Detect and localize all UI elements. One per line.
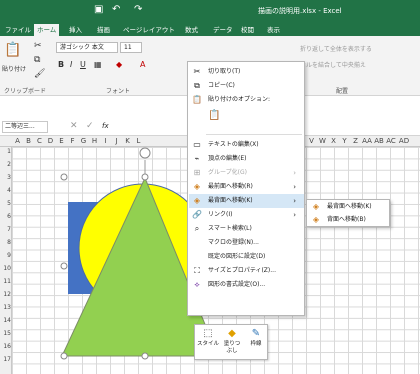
outline-label: 枠線	[250, 341, 262, 347]
chevron-right-icon: ›	[293, 169, 296, 177]
menu-item-edit-points[interactable]: ⌁ 頂点の編集(E)	[189, 152, 304, 166]
mini-toolbar: ⬚ スタイル ◆ 塗りつぶし ✎ 枠線	[194, 324, 268, 360]
resize-handle[interactable]	[141, 352, 149, 360]
menu-item-label: グループ化(G)	[208, 169, 247, 176]
edit-text-icon: ▭	[193, 140, 201, 149]
menu-item-label: 頂点の編集(E)	[208, 155, 247, 162]
group-icon: ⊞	[193, 168, 201, 177]
chevron-right-icon: ›	[293, 211, 296, 219]
outline-pen-icon: ✎	[251, 328, 261, 339]
menu-item-label: コピー(C)	[208, 82, 235, 89]
shape-style-icon: ⬚	[203, 328, 213, 339]
menu-item-label: 背面へ移動(B)	[327, 216, 366, 223]
chevron-right-icon: ›	[293, 183, 296, 191]
menu-item-set-default-shape[interactable]: 既定の図形に設定(D)	[189, 250, 304, 264]
menu-item-assign-macro[interactable]: マクロの登録(N)...	[189, 236, 304, 250]
menu-item-label: 既定の図形に設定(D)	[208, 253, 266, 260]
resize-handle[interactable]	[60, 173, 68, 181]
menu-item-label: テキストの編集(X)	[208, 141, 259, 148]
format-shape-icon: ⟡	[194, 280, 200, 289]
menu-item-edit-text[interactable]: ▭ テキストの編集(X)	[189, 138, 304, 152]
resize-handle[interactable]	[60, 352, 68, 360]
menu-item-label: 最背面へ移動(K)	[208, 197, 253, 204]
menu-item-group[interactable]: ⊞ グループ化(G) ›	[189, 166, 304, 180]
copy-icon: ⧉	[194, 81, 200, 90]
menu-item-label: 最背面へ移動(K)	[327, 203, 372, 210]
paste-icon: 📋	[192, 95, 202, 104]
fill-label: 塗りつぶし	[223, 341, 241, 354]
menu-item-copy[interactable]: ⧉ コピー(C)	[189, 79, 304, 93]
submenu-item-send-backward[interactable]: ◈ 背面へ移動(B)	[308, 213, 390, 227]
style-button[interactable]: ⬚ スタイル	[197, 327, 219, 359]
resize-handle[interactable]	[60, 262, 68, 270]
menu-item-send-to-back[interactable]: ◈ 最背面へ移動(K) ›	[189, 194, 304, 208]
chevron-right-icon: ›	[293, 197, 296, 205]
menu-item-smart-lookup[interactable]: ⌕ スマート検索(L)	[189, 222, 304, 236]
smart-lookup-icon: ⌕	[194, 224, 200, 233]
resize-handle[interactable]	[141, 173, 149, 181]
menu-item-label: 最前面へ移動(R)	[208, 183, 253, 190]
menu-item-size-properties[interactable]: ⛶ サイズとプロパティ(Z)...	[189, 264, 304, 278]
cut-icon: ✂	[193, 67, 201, 76]
menu-item-cut[interactable]: ✂ 切り取り(T)	[189, 65, 304, 79]
menu-item-label: 切り取り(T)	[208, 68, 241, 75]
fill-bucket-icon: ◆	[228, 328, 236, 339]
style-label: スタイル	[197, 341, 220, 347]
bring-to-front-icon: ◈	[193, 182, 201, 191]
menu-item-label: スマート検索(L)	[208, 225, 252, 232]
link-icon: 🔗	[192, 210, 202, 219]
send-to-back-icon: ◈	[193, 196, 201, 205]
fill-button[interactable]: ◆ 塗りつぶし	[221, 327, 243, 359]
size-properties-icon: ⛶	[194, 266, 200, 275]
menu-item-format-shape[interactable]: ⟡ 図形の書式設定(O)...	[189, 278, 304, 292]
send-backward-icon: ◈	[312, 215, 320, 224]
paste-option-icon: 📋	[208, 110, 221, 121]
submenu-item-send-to-back[interactable]: ◈ 最背面へ移動(K)	[308, 200, 390, 214]
menu-item-paste-default[interactable]: 📋	[189, 109, 304, 123]
menu-item-label: サイズとプロパティ(Z)...	[208, 267, 276, 274]
outline-button[interactable]: ✎ 枠線	[245, 327, 267, 359]
menu-item-label: マクロの登録(N)...	[208, 239, 259, 246]
menu-item-label: 貼り付けのオプション:	[208, 96, 271, 103]
menu-item-bring-to-front[interactable]: ◈ 最前面へ移動(R) ›	[189, 180, 304, 194]
send-to-back-icon: ◈	[312, 202, 320, 211]
menu-item-paste-options: 📋 貼り付けのオプション:	[189, 93, 304, 107]
menu-item-link[interactable]: 🔗 リンク(I) ›	[189, 208, 304, 222]
submenu-send-to-back: ◈ 最背面へ移動(K) ◈ 背面へ移動(B)	[306, 199, 390, 227]
edit-points-icon: ⌁	[194, 154, 200, 163]
context-menu: ✂ 切り取り(T) ⧉ コピー(C) 📋 貼り付けのオプション: 📋 ▭ テキス…	[187, 61, 305, 316]
menu-item-label: 図形の書式設定(O)...	[208, 281, 266, 288]
menu-separator	[206, 134, 302, 135]
rotate-icon[interactable]	[139, 147, 151, 159]
menu-item-label: リンク(I)	[208, 211, 233, 218]
